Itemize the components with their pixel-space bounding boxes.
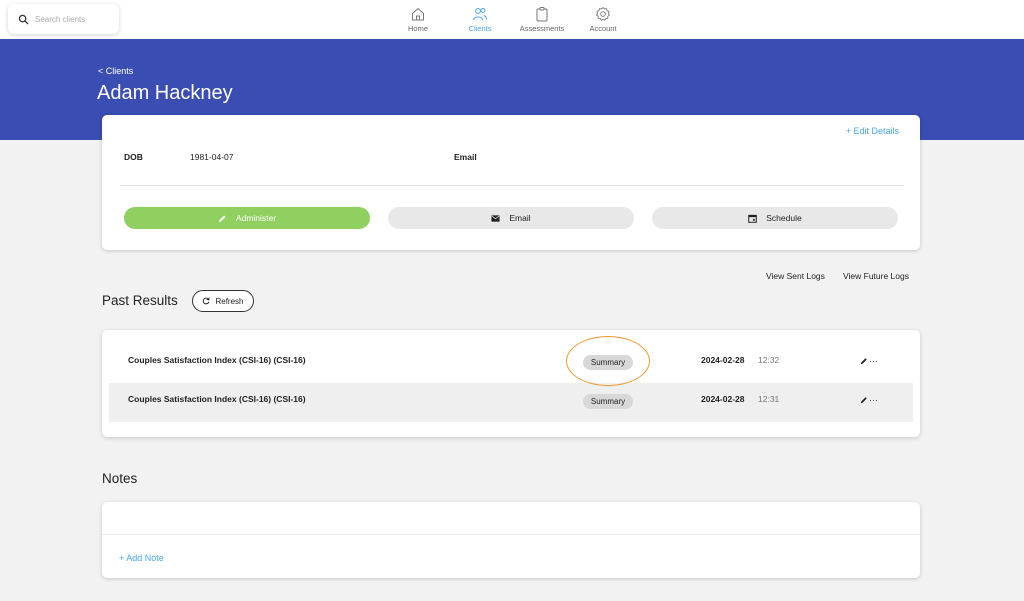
notes-card: + Add Note	[102, 502, 920, 578]
pencil-icon	[860, 358, 867, 365]
nav-clients-label: Clients	[468, 24, 492, 33]
pencil-icon	[218, 214, 226, 222]
divider	[102, 534, 920, 535]
email-button[interactable]: Email	[388, 207, 634, 229]
administer-button[interactable]: Administer	[124, 207, 370, 229]
page-title: Adam Hackney	[97, 82, 233, 104]
envelope-icon	[491, 214, 500, 222]
nav-account[interactable]: Account	[585, 6, 621, 33]
dob-value: 1981-04-07	[190, 152, 234, 162]
refresh-label: Refresh	[215, 296, 244, 306]
schedule-button[interactable]: Schedule	[652, 207, 898, 229]
nav-assessments[interactable]: Assessments	[515, 6, 569, 33]
nav-clients[interactable]: Clients	[462, 6, 498, 33]
dob-label: DOB	[124, 152, 143, 162]
email-label: Email	[509, 213, 531, 223]
view-future-logs-link[interactable]: View Future Logs	[843, 271, 909, 281]
assessment-name: Couples Satisfaction Index (CSI-16) (CSI…	[128, 394, 306, 404]
past-results-card: Couples Satisfaction Index (CSI-16) (CSI…	[102, 330, 920, 437]
search-input[interactable]	[35, 14, 115, 24]
result-date: 2024-02-28	[701, 394, 745, 404]
nav-home-label: Home	[407, 24, 428, 33]
nav-home[interactable]: Home	[400, 6, 436, 33]
assessment-name: Couples Satisfaction Index (CSI-16) (CSI…	[128, 355, 306, 365]
administer-label: Administer	[235, 213, 277, 223]
summary-button[interactable]: Summary	[583, 394, 633, 409]
refresh-icon	[203, 297, 211, 305]
result-time: 12:31	[758, 394, 780, 404]
more-options-icon[interactable]: ···	[869, 395, 878, 405]
client-details-card: + Edit Details DOB 1981-04-07 Email Admi…	[102, 115, 920, 250]
search-box[interactable]	[8, 4, 119, 34]
users-icon	[473, 8, 487, 21]
home-icon	[412, 7, 424, 21]
summary-button[interactable]: Summary	[583, 355, 633, 370]
calendar-icon	[748, 214, 758, 223]
notes-heading: Notes	[102, 471, 138, 486]
view-sent-logs-link[interactable]: View Sent Logs	[766, 271, 825, 281]
result-time: 12:32	[758, 355, 780, 365]
breadcrumb-clients[interactable]: < Clients	[98, 66, 133, 76]
table-row[interactable]: Couples Satisfaction Index (CSI-16) (CSI…	[109, 344, 913, 383]
schedule-label: Schedule	[766, 213, 802, 223]
top-navigation-bar: Home Clients Assessments Account	[0, 0, 1024, 39]
edit-details-link[interactable]: + Edit Details	[846, 126, 899, 136]
add-note-link[interactable]: + Add Note	[119, 553, 164, 563]
gear-icon	[595, 6, 611, 22]
email-label: Email	[454, 152, 477, 162]
past-results-heading: Past Results	[102, 293, 178, 308]
divider	[120, 185, 904, 186]
row-actions[interactable]: ···	[860, 395, 878, 405]
row-actions[interactable]: ···	[860, 356, 878, 366]
nav-account-label: Account	[589, 24, 617, 33]
nav-assessments-label: Assessments	[519, 24, 565, 33]
more-options-icon[interactable]: ···	[869, 356, 878, 366]
clipboard-icon	[536, 7, 548, 22]
result-date: 2024-02-28	[701, 355, 745, 365]
pencil-icon	[860, 397, 867, 404]
refresh-button[interactable]: Refresh	[192, 290, 254, 312]
search-icon	[18, 14, 29, 25]
table-row[interactable]: Couples Satisfaction Index (CSI-16) (CSI…	[109, 383, 913, 422]
